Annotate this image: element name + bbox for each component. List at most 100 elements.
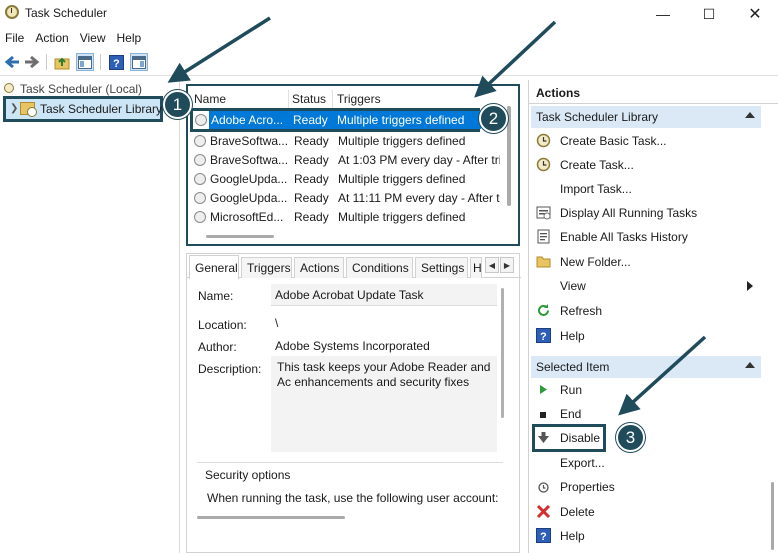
tab-actions[interactable]: Actions [294, 257, 344, 278]
task-triggers: Multiple triggers defined [338, 172, 466, 186]
action-display-running-tasks[interactable]: Display All Running Tasks [533, 201, 759, 225]
detail-tabs: General Triggers Actions Conditions Sett… [187, 254, 521, 279]
action-help[interactable]: ? Help [533, 324, 759, 348]
create-basic-task-icon [536, 133, 551, 148]
minimize-button[interactable]: — [640, 0, 686, 28]
action-label: Help [560, 329, 585, 343]
action-label: Import Task... [560, 182, 632, 196]
library-folder-icon [20, 102, 37, 117]
action-run[interactable]: Run [533, 378, 759, 402]
action-label: End [560, 407, 582, 421]
forward-arrow-icon[interactable] [23, 53, 41, 71]
action-label: Enable All Tasks History [560, 230, 688, 244]
close-button[interactable]: ✕ [732, 0, 778, 28]
security-options-text: When running the task, use the following… [207, 491, 499, 505]
location-value: \ [275, 316, 279, 330]
author-value: Adobe Systems Incorporated [275, 339, 430, 353]
section-selected-item[interactable]: Selected Item [531, 356, 761, 378]
table-row[interactable]: MicrosoftEd... Ready Multiple triggers d… [192, 208, 500, 227]
tab-scroll-right-icon[interactable]: ▶ [500, 257, 514, 273]
horizontal-scrollbar[interactable] [206, 235, 274, 238]
task-name: Adobe Acro... [211, 113, 284, 127]
horizontal-scrollbar[interactable] [197, 516, 345, 519]
submenu-arrow-icon [747, 281, 753, 291]
task-clock-icon [194, 173, 206, 185]
action-new-folder[interactable]: New Folder... [533, 250, 759, 274]
expand-arrow-icon[interactable]: ❯ [10, 103, 18, 114]
task-name: BraveSoftwa... [210, 153, 289, 167]
action-end[interactable]: End [533, 402, 759, 426]
action-properties[interactable]: Properties [533, 475, 759, 499]
tab-history[interactable]: H [470, 257, 482, 278]
action-view[interactable]: View [533, 274, 759, 298]
back-arrow-icon[interactable] [3, 53, 21, 71]
properties-icon [538, 482, 549, 493]
tab-conditions[interactable]: Conditions [346, 257, 413, 278]
name-field[interactable]: Adobe Acrobat Update Task [271, 284, 497, 306]
properties-pane-icon[interactable] [130, 53, 148, 71]
section-title: Task Scheduler Library [536, 110, 659, 124]
table-row[interactable]: BraveSoftwa... Ready At 1:03 PM every da… [192, 151, 500, 170]
action-create-task[interactable]: Create Task... [533, 153, 759, 177]
vertical-scrollbar[interactable] [501, 288, 504, 418]
help-icon: ? [536, 328, 551, 343]
task-triggers: Multiple triggers defined [338, 210, 466, 224]
tab-triggers[interactable]: Triggers [241, 257, 292, 278]
callout-badge-1: 1 [163, 90, 192, 119]
section-task-scheduler-library[interactable]: Task Scheduler Library [531, 106, 761, 128]
table-row[interactable]: BraveSoftwa... Ready Multiple triggers d… [192, 132, 500, 151]
menu-file[interactable]: File [0, 28, 30, 48]
maximize-button[interactable]: ☐ [686, 0, 732, 28]
tasks-history-icon [537, 229, 550, 244]
menu-action[interactable]: Action [30, 28, 74, 48]
author-label: Author: [198, 340, 237, 354]
refresh-icon [538, 304, 549, 316]
column-header-name[interactable]: Name [194, 92, 226, 106]
column-divider[interactable] [332, 90, 333, 108]
task-clock-icon [194, 192, 206, 204]
action-label: View [560, 279, 586, 293]
task-status: Ready [294, 191, 329, 205]
action-enable-tasks-history[interactable]: Enable All Tasks History [533, 225, 759, 249]
description-field[interactable]: This task keeps your Adobe Reader and Ac… [271, 356, 497, 452]
task-status: Ready [294, 172, 329, 186]
show-hide-pane-icon[interactable] [76, 53, 94, 71]
table-row-selected[interactable]: Adobe Acro... Ready Multiple triggers de… [190, 108, 481, 132]
vertical-scrollbar[interactable] [771, 482, 774, 550]
action-help-selected[interactable]: ? Help [533, 524, 759, 544]
help-icon[interactable]: ? [107, 53, 125, 71]
action-label: Export... [560, 456, 605, 470]
run-icon [540, 385, 547, 394]
tree-item-task-scheduler-library[interactable]: ❯ Task Scheduler Library [3, 96, 163, 122]
action-label: Help [560, 529, 585, 543]
action-delete[interactable]: Delete [533, 500, 759, 524]
task-name: BraveSoftwa... [210, 134, 289, 148]
collapse-arrow-icon[interactable] [745, 112, 755, 118]
tab-general[interactable]: General [189, 255, 239, 279]
tree-root-label[interactable]: Task Scheduler (Local) [20, 82, 142, 96]
toolbar-separator [46, 54, 47, 70]
description-label: Description: [198, 362, 262, 376]
action-refresh[interactable]: Refresh [533, 299, 759, 323]
action-import-task[interactable]: Import Task... [533, 177, 759, 201]
action-label: Properties [560, 480, 615, 494]
table-row[interactable]: GoogleUpda... Ready Multiple triggers de… [192, 170, 500, 189]
actions-pane: Actions Task Scheduler Library Create Ba… [528, 80, 778, 553]
action-export[interactable]: Export... [533, 451, 759, 475]
task-status: Ready [294, 210, 329, 224]
task-clock-icon [194, 211, 206, 223]
menu-help[interactable]: Help [112, 28, 148, 48]
tab-settings[interactable]: Settings [415, 257, 468, 278]
folder-up-icon[interactable] [53, 53, 71, 71]
column-header-triggers[interactable]: Triggers [337, 92, 381, 106]
column-divider[interactable] [288, 90, 289, 108]
action-disable[interactable]: Disable [533, 426, 759, 450]
tab-scroll-left-icon[interactable]: ◀ [485, 257, 499, 273]
task-status: Ready [294, 153, 329, 167]
collapse-arrow-icon[interactable] [745, 362, 755, 368]
action-label: Create Basic Task... [560, 134, 667, 148]
column-header-status[interactable]: Status [292, 92, 326, 106]
menu-view[interactable]: View [75, 28, 112, 48]
action-create-basic-task[interactable]: Create Basic Task... [533, 129, 759, 153]
table-row[interactable]: GoogleUpda... Ready At 11:11 PM every da… [192, 189, 500, 208]
